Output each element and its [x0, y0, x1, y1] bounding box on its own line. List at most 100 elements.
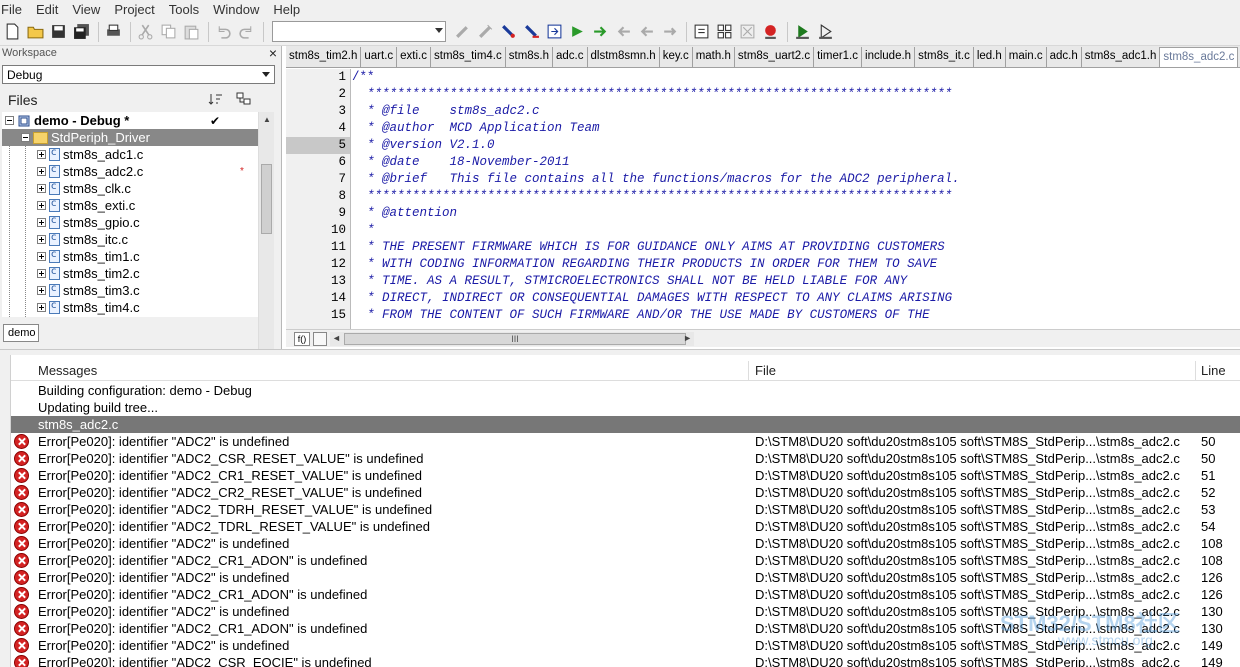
editor-tab[interactable]: math.h	[693, 47, 735, 67]
print-icon[interactable]	[103, 21, 124, 42]
find-icon[interactable]	[452, 21, 473, 42]
error-row[interactable]: Error[Pe020]: identifier "ADC2_CR1_RESET…	[11, 467, 1240, 484]
error-row[interactable]: Error[Pe020]: identifier "ADC2_CR2_RESET…	[11, 484, 1240, 501]
step-icon[interactable]	[567, 21, 588, 42]
scroll-thumb[interactable]	[261, 164, 272, 234]
expand-icon[interactable]	[37, 303, 46, 312]
editor-tab[interactable]: stm8s.h	[506, 47, 554, 67]
tree-scrollbar[interactable]: ▲ ▼	[258, 112, 274, 362]
copy-icon[interactable]	[158, 21, 179, 42]
step-out-icon[interactable]	[636, 21, 657, 42]
error-row[interactable]: Error[Pe020]: identifier "ADC2_TDRL_RESE…	[11, 518, 1240, 535]
make-icon[interactable]	[714, 21, 735, 42]
step-into-icon[interactable]	[590, 21, 611, 42]
menu-view[interactable]: View	[71, 2, 107, 17]
redo-icon[interactable]	[236, 21, 257, 42]
expand-icon[interactable]	[37, 269, 46, 278]
save-all-icon[interactable]	[71, 21, 92, 42]
editor-tab[interactable]: timer1.c	[814, 47, 863, 67]
error-row[interactable]: Error[Pe020]: identifier "ADC2" is undef…	[11, 433, 1240, 450]
error-row[interactable]: Error[Pe020]: identifier "ADC2_CSR_RESET…	[11, 450, 1240, 467]
undo-icon[interactable]	[213, 21, 234, 42]
editor-tab[interactable]: exti.c	[397, 47, 431, 67]
editor-tab[interactable]: adc.c	[553, 47, 588, 67]
file-node-stm8s-clk[interactable]: stm8s_clk.c	[2, 180, 258, 197]
function-list-button[interactable]: f()	[294, 332, 310, 346]
save-icon[interactable]	[48, 21, 69, 42]
options-icon[interactable]	[236, 92, 252, 106]
split-button[interactable]	[313, 332, 327, 346]
hscroll-track[interactable]: ◄ III ►	[330, 332, 694, 346]
error-row[interactable]: Error[Pe020]: identifier "ADC2" is undef…	[11, 637, 1240, 654]
expand-icon[interactable]	[37, 218, 46, 227]
file-node-stm8s-adc2[interactable]: stm8s_adc2.c *	[2, 163, 258, 180]
breakpoint-icon[interactable]	[760, 21, 781, 42]
menu-file[interactable]: File	[0, 2, 29, 17]
file-node-stm8s-tim4[interactable]: stm8s_tim4.c	[2, 299, 258, 316]
menu-tools[interactable]: Tools	[168, 2, 206, 17]
bookmark-next-icon[interactable]	[521, 21, 542, 42]
close-icon[interactable]: ×	[269, 45, 277, 61]
paste-icon[interactable]	[181, 21, 202, 42]
collapse-icon[interactable]	[5, 116, 14, 125]
editor-tab[interactable]: stm8s_tim2.h	[286, 47, 362, 67]
message-row-selected[interactable]: stm8s_adc2.c	[11, 416, 1240, 433]
expand-icon[interactable]	[37, 150, 46, 159]
file-node-stm8s-gpio[interactable]: stm8s_gpio.c	[2, 214, 258, 231]
chevron-down-icon[interactable]	[262, 72, 270, 77]
column-file[interactable]: File	[755, 363, 776, 378]
error-row[interactable]: Error[Pe020]: identifier "ADC2_TDRH_RESE…	[11, 501, 1240, 518]
go-to-icon[interactable]	[544, 21, 565, 42]
collapse-icon[interactable]	[21, 133, 30, 142]
editor-tab[interactable]: uart.c	[361, 47, 398, 67]
new-file-icon[interactable]	[2, 21, 23, 42]
find-combo[interactable]	[272, 21, 446, 42]
file-node-stm8s-adc1[interactable]: stm8s_adc1.c	[2, 146, 258, 163]
error-row[interactable]: Error[Pe020]: identifier "ADC2" is undef…	[11, 535, 1240, 552]
editor-tab[interactable]: dlstm8smn.h	[588, 47, 660, 67]
column-line[interactable]: Line	[1201, 363, 1226, 378]
file-node-stm8s-tim2[interactable]: stm8s_tim2.c	[2, 265, 258, 282]
project-node[interactable]: demo - Debug * ✔	[2, 112, 258, 129]
hscroll-thumb[interactable]: III	[344, 333, 686, 345]
cut-icon[interactable]	[135, 21, 156, 42]
editor-tab[interactable]: main.c	[1006, 47, 1047, 67]
message-row[interactable]: Updating build tree...	[11, 399, 1240, 416]
file-node-stm8s-exti[interactable]: stm8s_exti.c	[2, 197, 258, 214]
file-node-stm8s-tim3[interactable]: stm8s_tim3.c	[2, 282, 258, 299]
editor-tab[interactable]: include.h	[862, 47, 916, 67]
expand-icon[interactable]	[37, 167, 46, 176]
menu-help[interactable]: Help	[272, 2, 307, 17]
scroll-left-icon[interactable]: ◄	[332, 333, 341, 343]
error-row[interactable]: Error[Pe020]: identifier "ADC2" is undef…	[11, 569, 1240, 586]
editor-tab[interactable]: adc.h	[1047, 47, 1082, 67]
error-row[interactable]: Error[Pe020]: identifier "ADC2_CR1_ADON"…	[11, 552, 1240, 569]
bookmark-icon[interactable]	[498, 21, 519, 42]
debug-icon[interactable]	[792, 21, 813, 42]
error-row[interactable]: Error[Pe020]: identifier "ADC2_CR1_ADON"…	[11, 586, 1240, 603]
editor-tab[interactable]: key.c	[660, 47, 693, 67]
menu-edit[interactable]: Edit	[35, 2, 65, 17]
editor-tab[interactable]: stm8s_it.c	[915, 47, 974, 67]
folder-node[interactable]: StdPeriph_Driver	[2, 129, 258, 146]
step-back-icon[interactable]	[613, 21, 634, 42]
editor-tab[interactable]: stm8s_tim4.c	[431, 47, 506, 67]
find-next-icon[interactable]	[475, 21, 496, 42]
chevron-down-icon[interactable]	[435, 28, 443, 33]
stop-build-icon[interactable]	[737, 21, 758, 42]
editor-tab[interactable]: led.h	[974, 47, 1006, 67]
scroll-right-icon[interactable]: ►	[683, 333, 692, 343]
menu-window[interactable]: Window	[212, 2, 266, 17]
editor-tab-active[interactable]: stm8s_adc2.c	[1160, 47, 1239, 67]
column-messages[interactable]: Messages	[38, 363, 97, 378]
workspace-tab-demo[interactable]: demo	[3, 324, 39, 342]
expand-icon[interactable]	[37, 184, 46, 193]
editor-tab[interactable]: stm8s_uart2.c	[735, 47, 815, 67]
code-editor[interactable]: /** ************************************…	[350, 69, 1240, 329]
expand-icon[interactable]	[37, 235, 46, 244]
menu-project[interactable]: Project	[113, 2, 161, 17]
open-file-icon[interactable]	[25, 21, 46, 42]
expand-icon[interactable]	[37, 252, 46, 261]
sort-icon[interactable]	[208, 92, 224, 106]
editor-tab[interactable]: stm8s_adc1.h	[1082, 47, 1161, 67]
